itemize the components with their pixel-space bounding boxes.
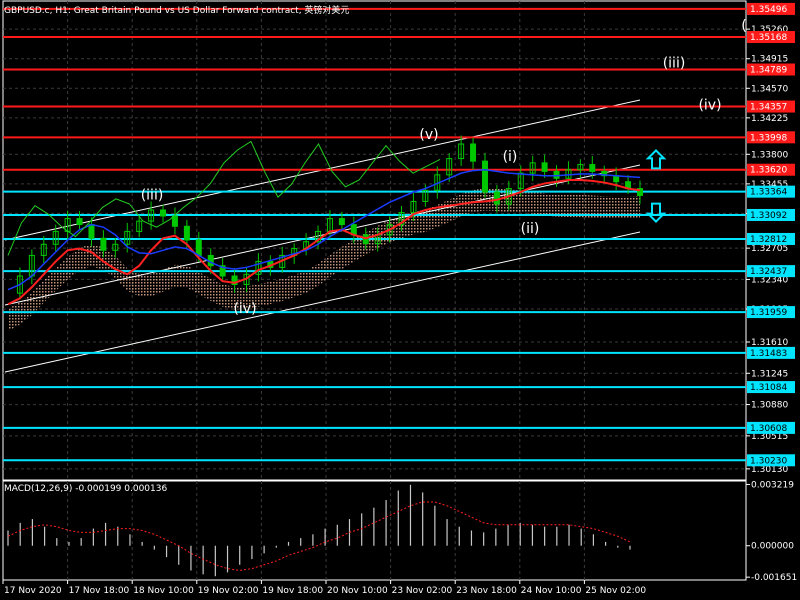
red-level-label: 1.35168: [750, 33, 787, 43]
macd-y-tick-label: 0.003219: [751, 480, 794, 490]
cyan-level-label: 1.31084: [750, 383, 787, 393]
y-tick-label: 1.34570: [751, 84, 788, 94]
cyan-level-label: 1.32812: [750, 235, 787, 245]
down-arrow-icon: [645, 202, 667, 223]
wave-label: (i): [503, 149, 518, 165]
cyan-level-label: 1.30230: [750, 456, 787, 466]
candle-body: [589, 164, 596, 172]
channel-line: [4, 164, 641, 306]
x-tick-label: 23 Nov 18:00: [456, 586, 517, 596]
wave-label: (: [741, 18, 746, 34]
x-tick-label: 25 Nov 02:00: [585, 586, 646, 596]
candle-body: [470, 143, 477, 162]
macd-title: MACD(12,26,9) -0.000199 0.000136: [4, 484, 168, 494]
candle-body: [338, 218, 345, 226]
x-tick-label: 19 Nov 02:00: [198, 586, 259, 596]
x-tick-label: 20 Nov 10:00: [327, 586, 388, 596]
x-tick-label: 23 Nov 02:00: [392, 586, 453, 596]
cyan-level-label: 1.32437: [750, 267, 787, 277]
red-level-label: 1.33620: [750, 166, 787, 176]
x-tick-label: 24 Nov 10:00: [521, 586, 582, 596]
candle-body: [493, 191, 500, 205]
y-tick-label: 1.34915: [751, 55, 788, 65]
macd-signal-line: [7, 501, 631, 571]
red-level-label: 1.34789: [750, 66, 787, 76]
y-tick-label: 1.30880: [751, 401, 788, 411]
red-level-label: 1.34357: [750, 103, 787, 113]
wave-label: (iii): [141, 188, 164, 204]
cyan-level-label: 1.30608: [750, 424, 787, 434]
candle-body: [541, 162, 548, 172]
red-level-label: 1.35496: [750, 5, 787, 15]
x-tick-label: 18 Nov 10:00: [133, 586, 194, 596]
y-tick-label: 1.31610: [751, 338, 788, 348]
red-level-label: 1.33998: [750, 133, 787, 143]
macd-y-tick-label: 0.000000: [751, 542, 794, 552]
y-tick-label: 1.30130: [751, 465, 788, 475]
candle-body: [160, 209, 167, 217]
chart-window[interactable]: 17 Nov 2020 17 Nov 18:00 18 Nov 10:00 19 No…: [0, 0, 800, 600]
candle-body: [183, 225, 190, 241]
candle-body: [195, 239, 202, 256]
wave-label: (v): [419, 127, 438, 143]
macd-panel-frame: [2, 480, 747, 581]
candle-body: [100, 237, 107, 251]
x-tick-label: 17 Nov 2020: [4, 586, 62, 596]
up-arrow-icon: [645, 149, 667, 170]
wave-label: (iv): [233, 301, 256, 317]
candle-body: [481, 160, 488, 193]
y-tick-label: 1.31245: [751, 369, 788, 379]
candle-body: [76, 218, 83, 226]
candle-body: [613, 175, 620, 183]
candle-body: [171, 215, 178, 227]
chart-canvas[interactable]: 17 Nov 2020 17 Nov 18:00 18 Nov 10:00 19 No…: [0, 0, 800, 600]
y-tick-label: 1.32705: [751, 244, 788, 254]
y-tick-label: 1.33800: [751, 150, 788, 160]
chart-title: GBPUSD.c, H1: Great Britain Pound vs US …: [4, 6, 350, 16]
cyan-level-label: 1.33364: [750, 188, 787, 198]
x-tick-label: 19 Nov 18:00: [262, 586, 323, 596]
y-tick-label: 1.34225: [751, 114, 788, 124]
candle-body: [88, 224, 95, 239]
cyan-level-label: 1.33092: [750, 211, 787, 221]
cyan-level-label: 1.31959: [750, 308, 787, 318]
wave-label: (ii): [521, 221, 540, 237]
cyan-level-label: 1.31483: [750, 349, 787, 359]
wave-label: (iv): [698, 98, 721, 114]
macd-y-tick-label: -0.001651: [751, 573, 797, 583]
wave-label: (iii): [663, 56, 686, 72]
x-tick-label: 17 Nov 18:00: [69, 586, 130, 596]
